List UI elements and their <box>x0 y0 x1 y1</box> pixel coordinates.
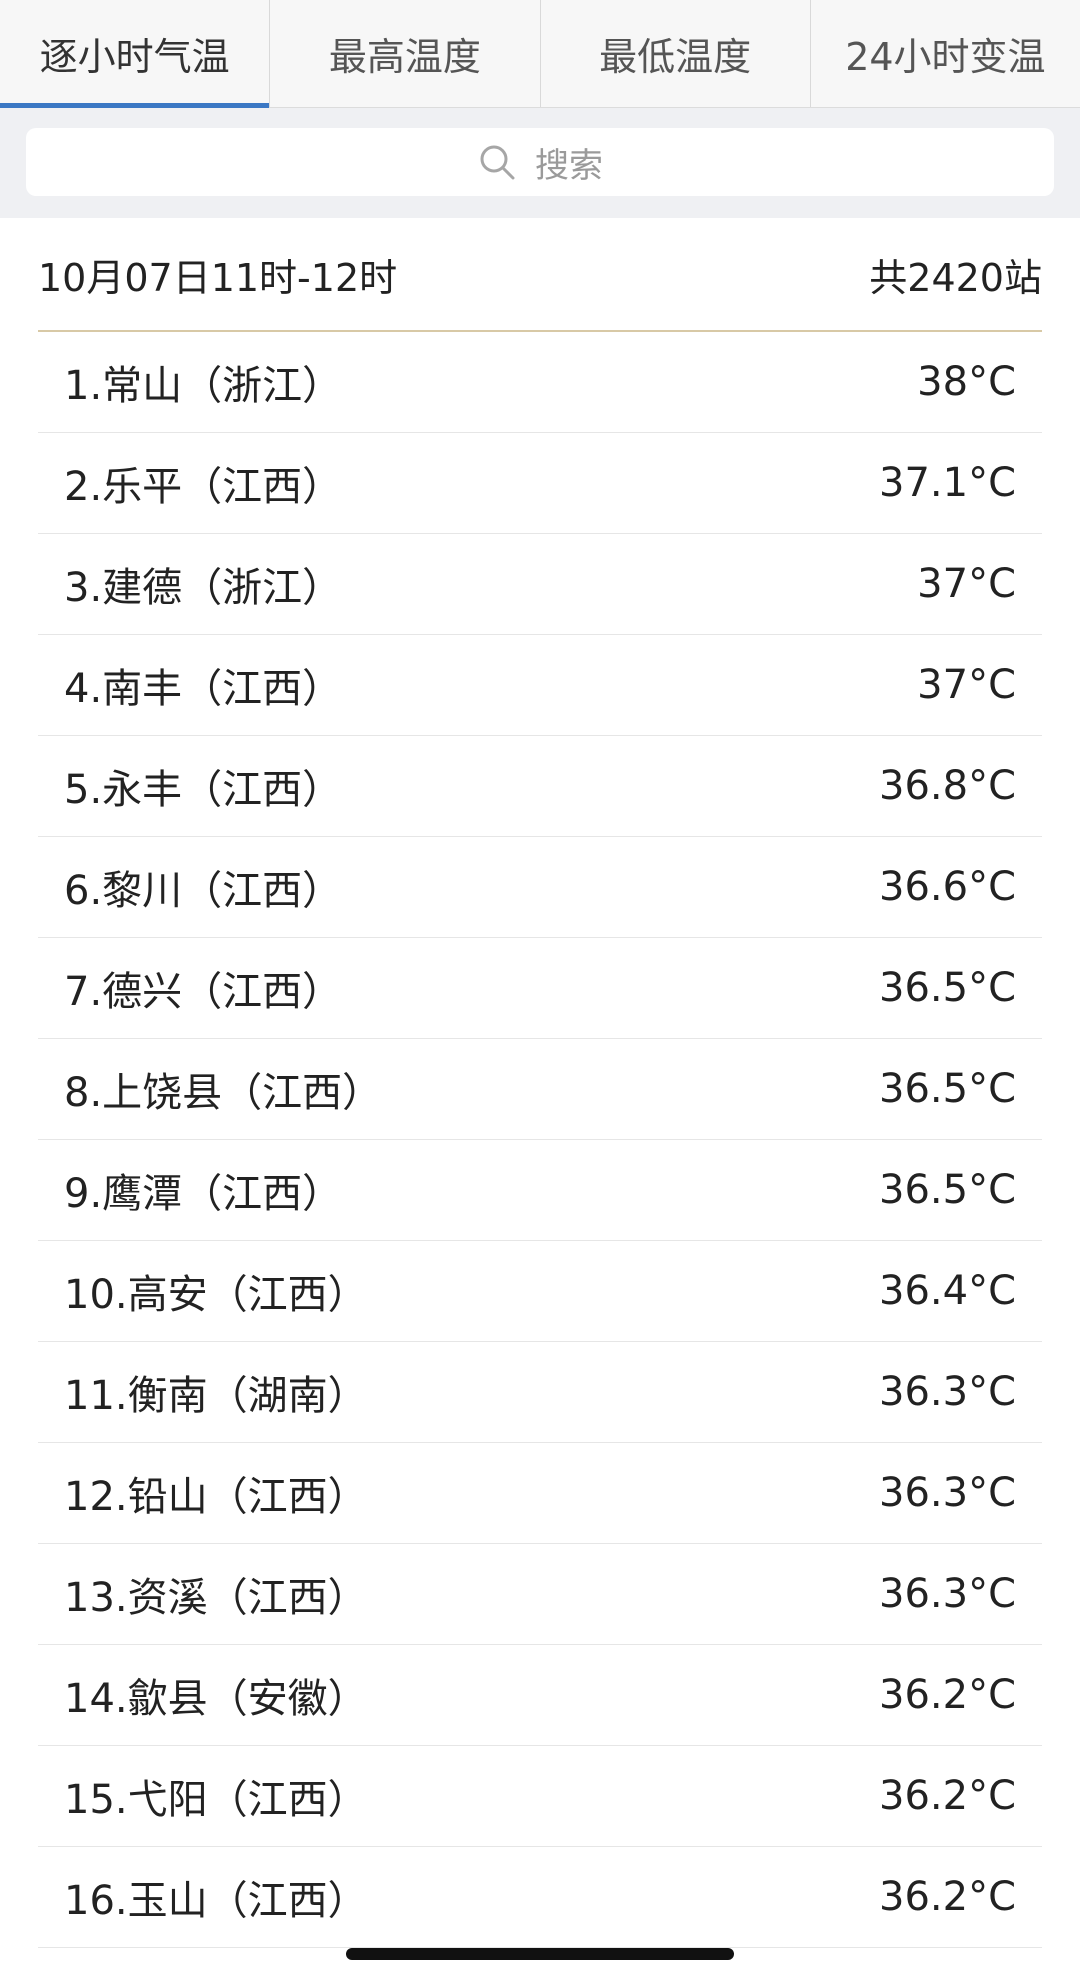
list-item[interactable]: 14.歙县（安徽） 36.2°C <box>38 1645 1042 1746</box>
time-range: 10月07日11时-12时 <box>38 255 398 300</box>
station-name: 13.资溪（江西） <box>64 1575 368 1621</box>
temperature-value: 36.5°C <box>879 1066 1016 1112</box>
list-item[interactable]: 12.铅山（江西） 36.3°C <box>38 1443 1042 1544</box>
temperature-value: 36.4°C <box>879 1268 1016 1314</box>
temperature-value: 36.5°C <box>879 1167 1016 1213</box>
list-item[interactable]: 5.永丰（江西） 36.8°C <box>38 736 1042 837</box>
station-name: 16.玉山（江西） <box>64 1878 368 1924</box>
search-bar: 搜索 <box>0 108 1080 218</box>
search-placeholder: 搜索 <box>535 145 603 186</box>
tab-hourly-temperature[interactable]: 逐小时气温 <box>0 0 271 108</box>
station-name: 8.上饶县（江西） <box>64 1070 383 1116</box>
list-item[interactable]: 15.弋阳（江西） 36.2°C <box>38 1746 1042 1847</box>
list-item[interactable]: 3.建德（浙江） 37°C <box>38 534 1042 635</box>
station-name: 5.永丰（江西） <box>64 767 343 813</box>
tab-max-temperature[interactable]: 最高温度 <box>270 0 541 107</box>
list-item[interactable]: 9.鹰潭（江西） 36.5°C <box>38 1140 1042 1241</box>
temperature-value: 36.2°C <box>879 1773 1016 1819</box>
station-name: 14.歙县（安徽） <box>64 1676 368 1722</box>
list-item[interactable]: 7.德兴（江西） 36.5°C <box>38 938 1042 1039</box>
station-name: 11.衡南（湖南） <box>64 1373 368 1419</box>
station-name: 1.常山（浙江） <box>64 363 343 409</box>
temperature-value: 37.1°C <box>879 460 1016 506</box>
station-name: 12.铅山（江西） <box>64 1474 368 1520</box>
list-item[interactable]: 10.高安（江西） 36.4°C <box>38 1241 1042 1342</box>
temperature-value: 38°C <box>917 359 1016 405</box>
search-input[interactable]: 搜索 <box>26 128 1054 196</box>
station-name: 4.南丰（江西） <box>64 666 343 712</box>
temperature-value: 36.3°C <box>879 1571 1016 1617</box>
list-item[interactable]: 11.衡南（湖南） 36.3°C <box>38 1342 1042 1443</box>
station-name: 9.鹰潭（江西） <box>64 1171 343 1217</box>
temperature-value: 36.3°C <box>879 1369 1016 1415</box>
station-count: 共2420站 <box>869 255 1042 300</box>
list-item[interactable]: 13.资溪（江西） 36.3°C <box>38 1544 1042 1645</box>
temperature-value: 36.5°C <box>879 965 1016 1011</box>
station-name: 10.高安（江西） <box>64 1272 368 1318</box>
station-name: 3.建德（浙江） <box>64 565 343 611</box>
tab-24h-temperature-change[interactable]: 24小时变温 <box>811 0 1080 107</box>
list-item[interactable]: 4.南丰（江西） 37°C <box>38 635 1042 736</box>
list-item[interactable]: 16.玉山（江西） 36.2°C <box>38 1847 1042 1948</box>
list-item[interactable]: 2.乐平（江西） 37.1°C <box>38 433 1042 534</box>
list-header: 10月07日11时-12时 共2420站 <box>38 218 1042 332</box>
temperature-value: 36.3°C <box>879 1470 1016 1516</box>
search-icon <box>480 145 515 180</box>
station-name: 6.黎川（江西） <box>64 868 343 914</box>
temperature-value: 36.2°C <box>879 1672 1016 1718</box>
temperature-value: 36.6°C <box>879 864 1016 910</box>
temperature-value: 37°C <box>917 561 1016 607</box>
station-name: 7.德兴（江西） <box>64 969 343 1015</box>
list-item[interactable]: 1.常山（浙江） 38°C <box>38 332 1042 433</box>
station-ranking-list: 1.常山（浙江） 38°C 2.乐平（江西） 37.1°C 3.建德（浙江） 37°C… <box>38 332 1042 1948</box>
home-indicator[interactable] <box>346 1948 734 1960</box>
tab-min-temperature[interactable]: 最低温度 <box>541 0 811 107</box>
station-name: 15.弋阳（江西） <box>64 1777 368 1823</box>
station-name: 2.乐平（江西） <box>64 464 343 510</box>
temperature-value: 36.2°C <box>879 1874 1016 1920</box>
temperature-value: 37°C <box>917 662 1016 708</box>
list-item[interactable]: 8.上饶县（江西） 36.5°C <box>38 1039 1042 1140</box>
temperature-value: 36.8°C <box>879 763 1016 809</box>
tab-bar: 逐小时气温 最高温度 最低温度 24小时变温 <box>0 0 1080 108</box>
list-item[interactable]: 6.黎川（江西） 36.6°C <box>38 837 1042 938</box>
